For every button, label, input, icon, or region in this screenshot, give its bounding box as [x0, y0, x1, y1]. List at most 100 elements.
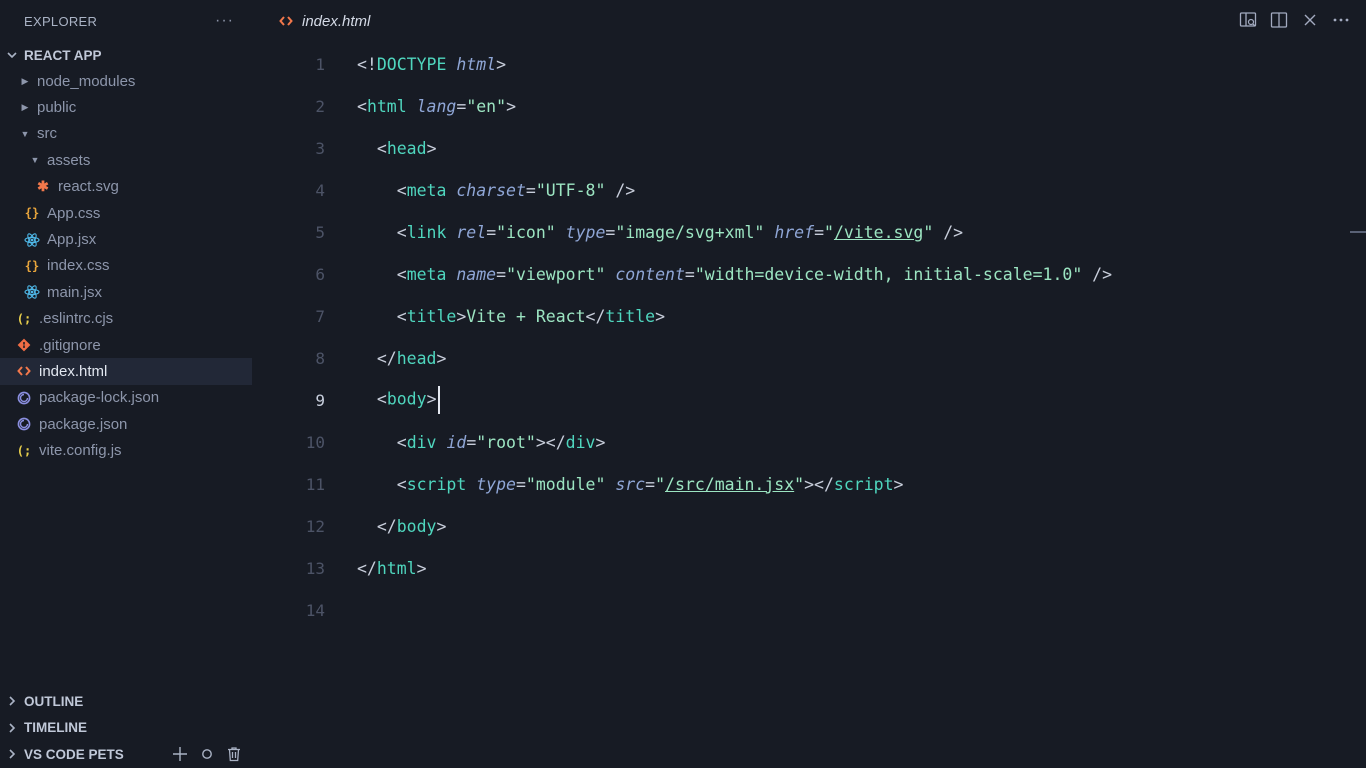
line-number: 4 [315, 180, 325, 200]
code-line: 11 <script type="module" src="/src/main.… [252, 463, 1366, 505]
line-number: 5 [315, 222, 325, 242]
ball-icon[interactable] [200, 747, 214, 761]
tree-item-label: .gitignore [39, 336, 101, 354]
code-line: 12 </body> [252, 505, 1366, 547]
file-item[interactable]: package.json [0, 411, 252, 437]
tree-item-label: react.svg [58, 178, 119, 196]
line-content: <html lang="en"> [357, 96, 516, 116]
tree-item-label: main.jsx [47, 283, 103, 301]
add-icon[interactable] [172, 746, 188, 762]
line-number: 6 [315, 264, 325, 284]
code-line: 13 </html> [252, 547, 1366, 589]
bottom-sections: OUTLINE TIMELINE VS CODE PETS [0, 688, 252, 768]
tab-index-html[interactable]: index.html [278, 8, 370, 34]
open-preview-icon[interactable] [1238, 9, 1257, 31]
file-tree: ▶ node_modules ▶ public ▼ src ▼ assets ✱ react.sv… [0, 68, 252, 464]
code-line: 10 <div id="root"></div> [252, 421, 1366, 463]
chevron-down-icon [6, 49, 18, 61]
code-line: 4 <meta charset="UTF-8" /> [252, 169, 1366, 211]
file-item[interactable]: (; vite.config.js [0, 437, 252, 463]
close-icon[interactable] [1300, 9, 1319, 31]
code-line: 7 <title>Vite + React</title> [252, 295, 1366, 337]
file-item[interactable]: .gitignore [0, 332, 252, 358]
link-main-jsx[interactable]: /src/main.jsx [665, 475, 794, 494]
caret-down-icon: ▼ [30, 155, 40, 166]
css-file-icon: {} [24, 206, 40, 221]
timeline-section[interactable]: TIMELINE [0, 715, 252, 742]
html-file-icon [16, 363, 32, 379]
line-content: </html> [357, 558, 427, 578]
vscode-pets-section[interactable]: VS CODE PETS [0, 741, 252, 768]
chevron-right-icon [6, 722, 18, 734]
caret-right-icon: ▶ [21, 102, 29, 113]
file-item[interactable]: (; .eslintrc.cjs [0, 306, 252, 332]
file-item[interactable]: index.html [0, 358, 252, 385]
line-number: 13 [305, 558, 325, 578]
folder-item[interactable]: ▼ assets [0, 147, 252, 173]
tree-item-label: App.css [47, 204, 101, 222]
file-item[interactable]: {} index.css [0, 253, 252, 279]
vscode-window: EXPLORER ··· REACT APP ▶ node_modules ▶ pub… [0, 0, 1366, 768]
tree-item-label: public [37, 99, 77, 117]
line-content: <meta name="viewport" content="width=dev… [396, 264, 1113, 284]
ellipsis-icon[interactable]: ··· [215, 12, 234, 30]
html-file-icon [278, 13, 294, 29]
line-number: 14 [305, 600, 325, 620]
code-line: 5 <link rel="icon" type="image/svg+xml" … [252, 211, 1366, 253]
vscode-pets-title: VS CODE PETS [24, 746, 124, 762]
folder-item[interactable]: ▼ src [0, 121, 252, 147]
outline-title: OUTLINE [24, 693, 84, 709]
npm-file-icon [16, 390, 32, 406]
text-cursor [437, 386, 440, 414]
tree-item-label: assets [47, 151, 91, 169]
split-editor-icon[interactable] [1269, 9, 1288, 31]
folder-item[interactable]: ▶ node_modules [0, 68, 252, 94]
explorer-header: EXPLORER ··· [0, 0, 252, 42]
line-number: 2 [315, 96, 325, 116]
pets-actions [172, 746, 252, 762]
react-file-icon [24, 284, 40, 300]
chevron-right-icon [6, 695, 18, 707]
line-number: 10 [305, 432, 325, 452]
tree-item-label: vite.config.js [39, 442, 122, 460]
line-number: 12 [305, 516, 325, 536]
code-line: 9 <body> [252, 379, 1366, 421]
code-editor[interactable]: 1 <!DOCTYPE html> 2 <html lang="en"> 3 <… [252, 42, 1366, 768]
project-section-header[interactable]: REACT APP [0, 42, 252, 68]
overview-ruler-mark [1350, 231, 1366, 233]
line-number: 8 [315, 348, 325, 368]
line-content: <title>Vite + React</title> [396, 306, 665, 326]
file-item[interactable]: App.jsx [0, 226, 252, 252]
line-number: 7 [315, 306, 325, 326]
svg-file-icon: ✱ [37, 178, 49, 195]
line-content: <body> [357, 386, 440, 414]
chevron-right-icon [6, 748, 18, 760]
timeline-title: TIMELINE [24, 720, 87, 736]
code-line: 3 <head> [252, 127, 1366, 169]
more-actions-icon[interactable] [1331, 9, 1350, 31]
line-number-current: 9 [315, 390, 325, 410]
link-vite-svg[interactable]: /vite.svg [834, 223, 923, 242]
editor-actions [1238, 9, 1350, 31]
tree-item-label: index.html [39, 362, 108, 380]
file-item[interactable]: package-lock.json [0, 385, 252, 411]
line-number: 11 [305, 474, 325, 494]
outline-section[interactable]: OUTLINE [0, 688, 252, 715]
tree-item-label: index.css [47, 257, 110, 275]
file-item[interactable]: main.jsx [0, 279, 252, 305]
tree-item-label: node_modules [37, 72, 136, 90]
line-content: <!DOCTYPE html> [357, 54, 507, 74]
trash-icon[interactable] [226, 746, 242, 762]
tree-item-label: package-lock.json [39, 389, 160, 407]
code-line: 8 </head> [252, 337, 1366, 379]
folder-item[interactable]: ▶ public [0, 94, 252, 120]
file-item[interactable]: {} App.css [0, 200, 252, 226]
file-item[interactable]: ✱ react.svg [0, 174, 252, 200]
line-content: <meta charset="UTF-8" /> [396, 180, 636, 200]
caret-right-icon: ▶ [21, 75, 29, 86]
npm-file-icon [16, 416, 32, 432]
line-number: 1 [315, 54, 325, 74]
tab-label: index.html [302, 12, 371, 30]
git-file-icon [16, 337, 32, 353]
tab-bar: index.html [252, 0, 1366, 42]
